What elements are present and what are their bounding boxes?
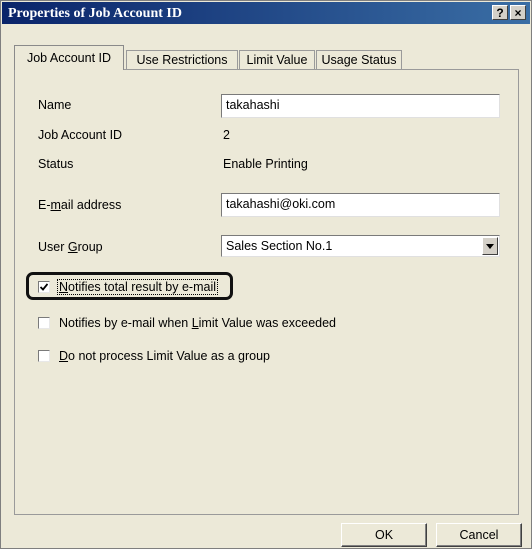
notify-exceeded-checkbox[interactable] <box>38 317 50 329</box>
name-label: Name <box>38 98 72 112</box>
status-label: Status <box>38 157 74 171</box>
name-field[interactable]: takahashi <box>221 94 500 118</box>
tab-usage-status[interactable]: Usage Status <box>316 50 402 69</box>
job-account-id-value: 2 <box>223 128 230 142</box>
notify-exceeded-label[interactable]: Notifies by e-mail when Limit Value was … <box>59 316 336 330</box>
tab-job-account-id[interactable]: Job Account ID <box>14 45 124 70</box>
status-value: Enable Printing <box>223 157 308 171</box>
notify-total-checkbox[interactable] <box>38 281 50 293</box>
ok-button[interactable]: OK <box>341 523 427 547</box>
dialog-title: Properties of Job Account ID <box>8 6 182 21</box>
user-group-select[interactable]: Sales Section No.1 <box>221 235 500 257</box>
no-group-limit-checkbox[interactable] <box>38 350 50 362</box>
cancel-button[interactable]: Cancel <box>436 523 522 547</box>
job-account-id-label: Job Account ID <box>38 128 123 142</box>
help-button[interactable]: ? <box>492 5 508 20</box>
no-group-limit-label[interactable]: Do not process Limit Value as a group <box>59 349 270 363</box>
properties-dialog: Properties of Job Account ID ? × Job Acc… <box>0 0 532 549</box>
notify-total-label[interactable]: Notifies total result by e-mail <box>57 279 219 295</box>
email-field[interactable]: takahashi@oki.com <box>221 193 500 217</box>
dropdown-arrow-icon[interactable] <box>482 237 498 255</box>
close-button[interactable]: × <box>510 5 526 20</box>
user-group-selected-value: Sales Section No.1 <box>226 239 333 253</box>
tab-limit-value[interactable]: Limit Value <box>239 50 315 69</box>
tab-use-restrictions[interactable]: Use Restrictions <box>126 50 238 69</box>
user-group-label: User Group <box>38 240 103 254</box>
email-label: E-mail address <box>38 198 122 212</box>
title-bar: Properties of Job Account ID ? × <box>2 2 530 24</box>
